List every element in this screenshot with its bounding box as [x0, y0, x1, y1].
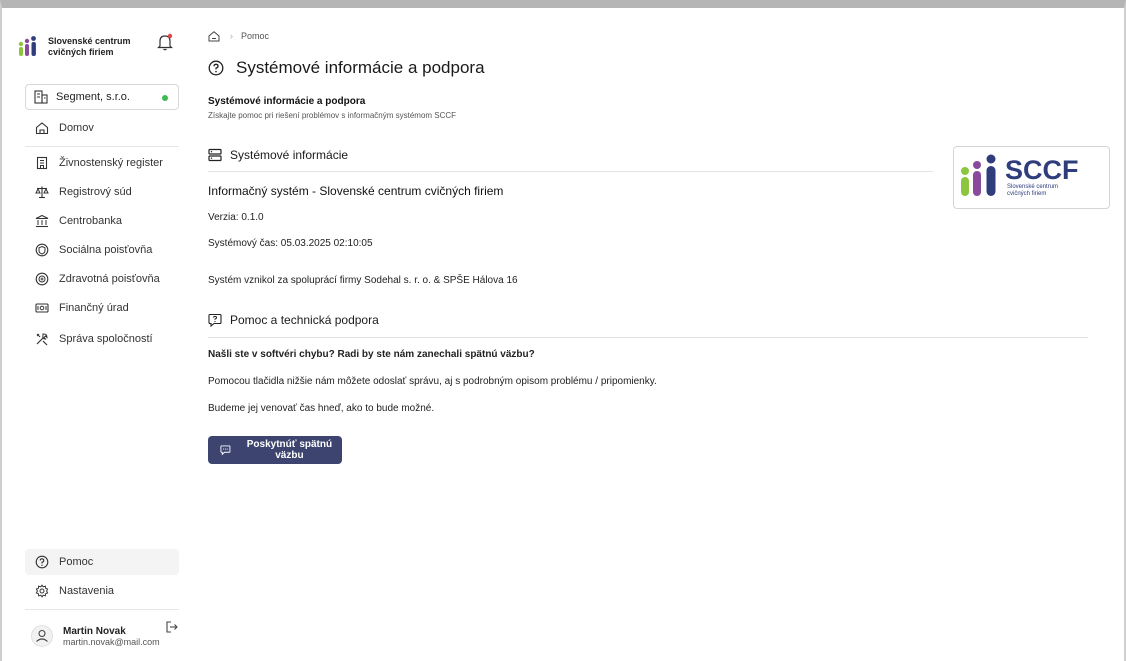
server-icon [208, 148, 222, 162]
feedback-button[interactable]: Poskytnúť spätnú väzbu [208, 436, 342, 464]
help-icon [35, 555, 49, 569]
system-time: Systémový čas: 05.03.2025 02:10:05 [208, 238, 373, 249]
bank-icon [35, 214, 49, 228]
page-title: Systémové informácie a podpora [208, 58, 485, 78]
divider [208, 171, 933, 172]
sidebar-item-label: Správa spoločností [59, 333, 153, 345]
sidebar-item-label: Nastavenia [59, 585, 115, 597]
sidebar-item-nastavenia[interactable]: Nastavenia [25, 578, 179, 604]
home-icon[interactable] [208, 30, 220, 42]
user-name: Martin Novak [63, 625, 126, 637]
logout-icon[interactable] [165, 620, 179, 634]
building-icon [36, 156, 48, 170]
user-info: Martin Novak martin.novak@mail.com [63, 626, 160, 647]
sidebar-item-sprava-spolocnosti[interactable]: Správa spoločností [25, 326, 179, 352]
company-selector[interactable]: Segment, s.r.o. [25, 84, 179, 110]
sidebar-item-label: Registrový súd [59, 186, 132, 198]
brand[interactable]: Slovenské centrum cvičných firiem [18, 30, 178, 64]
sidebar-item-socialna-poistovna[interactable]: Sociálna poisťovňa [25, 237, 179, 263]
sidebar-item-label: Finančný úrad [59, 302, 129, 314]
system-credits: Systém vznikol za spoluprácí firmy Sodeh… [208, 275, 518, 286]
logo-sub-2: cvičných firiem [1007, 191, 1046, 197]
brand-line-2: cvičných firiem [48, 47, 114, 57]
user-profile[interactable]: Martin Novak martin.novak@mail.com [25, 616, 179, 656]
tax-icon [35, 303, 49, 313]
support-instructions: Pomocou tlačidla nižšie nám môžete odosl… [208, 376, 657, 387]
avatar [31, 625, 53, 647]
divider [208, 337, 1088, 338]
gear-icon [35, 584, 49, 598]
sidebar-item-zdravotna-poistovna[interactable]: Zdravotná poisťovňa [25, 266, 179, 292]
feedback-button-label: Poskytnúť spätnú väzbu [246, 439, 333, 461]
sccf-logo-icon [18, 36, 36, 56]
breadcrumb-current: Pomoc [241, 31, 270, 41]
page-title-text: Systémové informácie a podpora [236, 58, 485, 77]
system-version: Verzia: 0.1.0 [208, 212, 264, 223]
sysinfo-heading: Systémové informácie [208, 148, 348, 162]
sidebar-item-pomoc[interactable]: Pomoc [25, 549, 179, 575]
sccf-logo: SCCF Slovenské centrum cvičných firiem [953, 146, 1110, 209]
sidebar-item-registrovy-sud[interactable]: Registrový súd [25, 179, 179, 205]
scales-icon [35, 186, 49, 199]
sidebar-item-domov[interactable]: Domov [25, 115, 179, 141]
sidebar-item-zivnostensky-register[interactable]: Živnostenský register [25, 150, 179, 176]
support-heading: Pomoc a technická podpora [208, 313, 379, 327]
divider [25, 146, 179, 147]
breadcrumb: › Pomoc [208, 30, 269, 42]
brand-name: Slovenské centrum cvičných firiem [48, 36, 158, 58]
logo-text: SCCF [1005, 155, 1079, 185]
sidebar-item-centrobanka[interactable]: Centrobanka [25, 208, 179, 234]
help-message-icon [208, 313, 222, 327]
user-email: martin.novak@mail.com [63, 636, 160, 647]
support-heading-text: Pomoc a technická podpora [230, 313, 379, 327]
divider [25, 609, 179, 610]
help-icon [208, 60, 224, 76]
sidebar-item-label: Domov [59, 122, 94, 134]
sidebar-item-label: Zdravotná poisťovňa [59, 273, 160, 285]
shield-icon [35, 243, 49, 257]
sidebar: Slovenské centrum cvičných firiem Segmen… [10, 14, 186, 659]
building-icon [34, 90, 48, 104]
status-online-dot [162, 95, 168, 101]
brand-line-1: Slovenské centrum [48, 36, 131, 46]
support-note: Budeme jej venovať čas hneď, ako to bude… [208, 403, 435, 414]
logo-sub-1: Slovenské centrum [1007, 184, 1058, 190]
tools-icon [36, 333, 48, 346]
sidebar-item-label: Centrobanka [59, 215, 122, 227]
sidebar-item-label: Sociálna poisťovňa [59, 244, 153, 256]
section-subtitle: Systémové informácie a podpora [208, 96, 366, 107]
sidebar-item-label: Pomoc [59, 556, 94, 568]
system-name: Informačný systém - Slovenské centrum cv… [208, 184, 504, 198]
sccf-logo-icon: SCCF Slovenské centrum cvičných firiem [961, 154, 1079, 197]
chevron-right-icon: › [230, 31, 233, 41]
message-icon [220, 445, 231, 456]
bell-icon[interactable] [156, 32, 174, 52]
home-icon [35, 122, 49, 135]
section-description: Získajte pomoc pri riešení problémov s i… [208, 111, 457, 120]
sysinfo-heading-text: Systémové informácie [230, 148, 349, 162]
support-question: Našli ste v softvéri chybu? Radi by ste … [208, 349, 535, 360]
health-icon [35, 272, 49, 286]
company-name: Segment, s.r.o. [56, 91, 130, 103]
sidebar-item-label: Živnostenský register [59, 157, 163, 169]
sidebar-item-financny-urad[interactable]: Finančný úrad [25, 295, 179, 321]
